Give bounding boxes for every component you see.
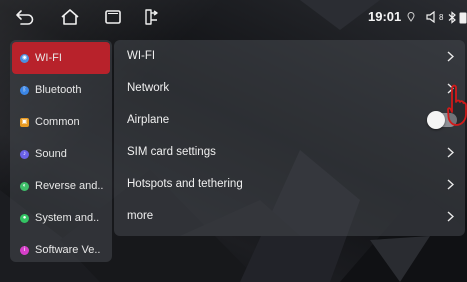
row-wifi[interactable]: WI-FI [114,40,465,72]
volume-level: 8 [439,12,444,22]
bluetooth-icon [448,9,456,25]
clock: 19:01 [368,9,402,24]
wifi-settings-panel: WI-FI Network Airplane SIM card settings… [114,40,465,236]
reverse-camera-icon: ◐ [20,181,29,191]
recents-icon[interactable] [102,7,124,27]
pointing-hand-icon [447,84,467,133]
wifi-icon: ◉ [20,53,29,63]
sidebar-item-label: Bluetooth [35,84,82,96]
sidebar-item-reverse[interactable]: ◐ Reverse and.. [12,170,110,202]
chevron-right-icon [445,178,455,190]
row-airplane[interactable]: Airplane [114,104,465,136]
sidebar-item-bluetooth[interactable]: ᛒ Bluetooth [12,74,110,106]
chevron-right-icon [445,50,455,62]
home-icon[interactable] [59,7,81,27]
row-label: Hotspots and tethering [127,178,243,190]
chevron-right-icon [445,210,455,222]
sidebar-item-software-version[interactable]: i Software Ve.. [12,234,110,266]
screen-cast-icon[interactable] [141,7,163,27]
row-label: Network [127,82,170,94]
system-icon: ● [20,213,29,223]
sidebar-item-label: System and.. [35,212,100,224]
row-sim-card-settings[interactable]: SIM card settings [114,136,465,168]
row-hotspots-tethering[interactable]: Hotspots and tethering [114,168,465,200]
back-arrow-icon[interactable] [14,7,36,27]
battery-icon [459,9,467,25]
info-icon: i [20,245,29,255]
row-label: SIM card settings [127,146,216,158]
chevron-right-icon [445,146,455,158]
row-label: Airplane [127,114,170,126]
common-settings-icon: ▣ [20,117,29,127]
bluetooth-circle-icon: ᛒ [20,85,29,95]
sidebar-item-label: Sound [35,148,67,160]
sidebar-item-label: Reverse and.. [35,180,104,192]
sound-icon: ♪ [20,149,29,159]
volume-icon: 8 [426,9,443,25]
sidebar-item-label: Common [35,116,80,128]
settings-sidebar: ◉ WI-FI ᛒ Bluetooth ▣ Common ♪ Sound ◐ R… [10,40,112,262]
row-label: WI-FI [127,50,156,62]
row-network[interactable]: Network [114,72,465,104]
gps-icon [407,9,415,25]
sidebar-item-sound[interactable]: ♪ Sound [12,138,110,170]
toggle-knob [427,111,445,129]
sidebar-item-label: WI-FI [35,52,62,64]
row-label: more [127,210,154,222]
sidebar-item-label: Software Ve.. [35,244,101,256]
row-more[interactable]: more [114,200,465,232]
status-bar: 19:01 8 [0,0,467,34]
sidebar-item-common[interactable]: ▣ Common [12,106,110,138]
sidebar-item-system[interactable]: ● System and.. [12,202,110,234]
sidebar-item-wifi[interactable]: ◉ WI-FI [12,42,110,74]
